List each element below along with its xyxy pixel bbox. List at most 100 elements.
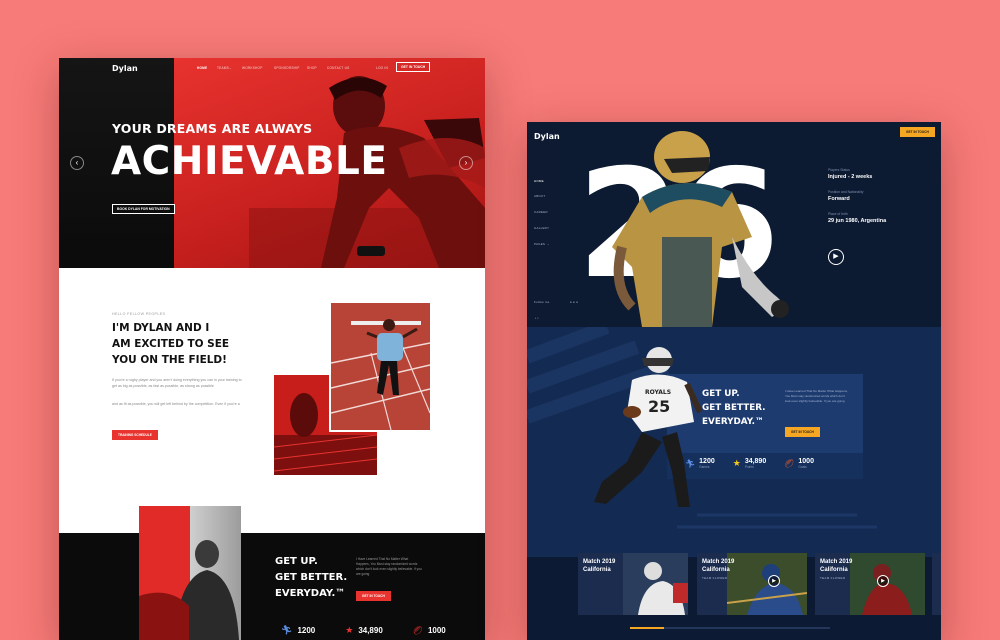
motivation-text: I Have Learned That No Matter What Happe… <box>356 557 422 576</box>
football-player-image <box>612 131 789 327</box>
about-paragraph-1: If you're a rugby player and you aren't … <box>112 378 242 388</box>
match-place: California <box>702 567 730 573</box>
runner-icon: 🏃︎ <box>281 625 293 635</box>
nav-about[interactable]: ABOUT <box>534 194 545 198</box>
match-card[interactable]: Match 2019 California TEAM FLOWER ▶ <box>815 553 925 615</box>
player-info: Players Status Injured - 2 weeks Positio… <box>828 168 886 224</box>
hurdle-runner-image <box>329 301 432 432</box>
nav-shop[interactable]: SHOP <box>307 66 317 70</box>
stat-value: 34,890 <box>358 626 383 635</box>
athlete-portrait-image <box>139 506 241 640</box>
stat-value: 1200 <box>297 626 316 635</box>
nav-career[interactable]: CAREER <box>534 210 548 214</box>
carousel-prev-icon[interactable]: ‹ <box>70 156 84 170</box>
football-icon: 🏉︎ <box>784 459 795 468</box>
motivation-line: GET UP. <box>702 389 740 399</box>
match-card-peek <box>932 553 941 615</box>
jersey-number-text: 25 <box>648 397 670 416</box>
match-title: Match 2019 <box>702 559 735 565</box>
stat-value: 34,890 <box>744 458 767 465</box>
sidebar: Dylan HOME ABOUT CAREER GALLERY PAGES Fo… <box>527 122 561 327</box>
stat-value: 1200 <box>699 458 715 465</box>
stat-value: 1000 <box>798 458 814 465</box>
motivation-text: I Have Learned That No Matter What Happe… <box>785 389 848 403</box>
nav-gallery[interactable]: GALLERY <box>534 226 549 230</box>
info-value: 29 jun 1980, Argentina <box>828 218 887 224</box>
motivation-heading: GET UP. GET BETTER. EVERYDAY.™ <box>702 387 766 429</box>
brand-logo[interactable]: Dylan <box>534 132 560 141</box>
login-link[interactable]: LOG IN <box>376 66 388 70</box>
about-heading-line: I'M DYLAN AND I <box>112 322 210 334</box>
play-video-icon[interactable]: ▶ <box>877 575 889 587</box>
hero-subheadline: YOUR DREAMS ARE ALWAYS <box>112 121 313 136</box>
motivation-line: GET BETTER. <box>702 403 766 413</box>
motivation-line: EVERYDAY.™ <box>275 588 346 599</box>
carousel-next-icon[interactable]: › <box>459 156 473 170</box>
left-website-mockup: Dylan HOME TEAMS ⌄ WORKSHOP SPONSORSHIP … <box>59 58 485 640</box>
nav-home[interactable]: HOME <box>534 179 544 183</box>
motivation-get-in-touch-button[interactable]: GET IN TOUCH <box>785 427 820 437</box>
football-icon: 🏉︎ <box>412 626 423 635</box>
motivation-get-in-touch-button[interactable]: GET IN TOUCH <box>356 591 391 601</box>
book-dylan-button[interactable]: BOOK DYLAN FOR MOTIVATION <box>112 204 175 214</box>
right-website-mockup: Dylan HOME ABOUT CAREER GALLERY PAGES Fo… <box>527 122 941 640</box>
info-value: Injured - 2 weeks <box>828 174 873 180</box>
nav-contact[interactable]: CONTACT US <box>327 66 349 70</box>
nav-teams[interactable]: TEAMS <box>217 66 229 70</box>
nav-sponsorship[interactable]: SPONSORSHIP <box>274 66 300 70</box>
social-icons-small[interactable]: ▪ ▪ <box>535 316 539 320</box>
carousel-scrollbar[interactable] <box>630 627 830 629</box>
chevron-down-icon[interactable]: ⌄ <box>229 66 232 70</box>
hero-headline: ACHIEVABLE <box>111 139 388 184</box>
match-subtitle: TEAM FLOWER <box>702 576 728 580</box>
play-video-icon[interactable]: ▶ <box>768 575 780 587</box>
match-title: Match 2019 <box>583 559 616 565</box>
info-label: Position and Nationality <box>828 190 864 194</box>
about-paragraph-2: and as fit as possible, you will get lef… <box>112 402 240 406</box>
match-place: California <box>820 567 848 573</box>
nav-workshop[interactable]: WORKSHOP <box>242 66 263 70</box>
match-subtitle: TEAM FLOWER <box>820 576 846 580</box>
match-card[interactable]: Match 2019 California <box>578 553 688 615</box>
match-card[interactable]: Match 2019 California TEAM FLOWER ▶ <box>697 553 807 615</box>
about-heading-line: YOU ON THE FIELD! <box>112 354 227 366</box>
stats-row: 🏃︎ 1200 Games ★ 34,890 Points 🏉︎ 1000 Goals <box>685 458 814 469</box>
motivation-line: GET BETTER. <box>275 572 348 583</box>
follow-label: Follow me <box>534 300 550 304</box>
motivation-line: EVERYDAY.™ <box>702 417 764 427</box>
match-title: Match 2019 <box>820 559 853 565</box>
brand-logo[interactable]: Dylan <box>112 64 138 73</box>
stat-item: 🏉︎ 1000 <box>413 626 446 635</box>
top-nav: Dylan HOME TEAMS ⌄ WORKSHOP SPONSORSHIP … <box>59 58 485 80</box>
match-place: California <box>583 567 611 573</box>
about-heading-line: AM EXCITED TO SEE <box>112 338 230 350</box>
nav-home[interactable]: HOME <box>197 66 207 70</box>
motivation-line: GET UP. <box>275 556 318 567</box>
chevron-down-icon[interactable]: ⌄ <box>547 242 550 246</box>
hero-section: Dylan HOME TEAMS ⌄ WORKSHOP SPONSORSHIP … <box>59 58 485 268</box>
stat-item: 🏉︎ 1000 Goals <box>784 458 814 469</box>
play-video-icon[interactable]: ▶ <box>828 249 844 265</box>
stat-item: 🏃︎ 1200 <box>281 625 315 636</box>
running-back-image: 25 ROYALS <box>594 347 702 507</box>
training-schedule-button[interactable]: TRAINING SCHEDULE <box>112 430 158 440</box>
nav-pages[interactable]: PAGES <box>534 242 545 246</box>
stat-label: Points <box>744 465 754 469</box>
stat-item: 🏃︎ 1200 Games <box>685 458 715 469</box>
get-in-touch-button[interactable]: GET IN TOUCH <box>396 62 431 72</box>
stat-item: ★ 34,890 Points <box>733 458 767 469</box>
star-icon: ★ <box>732 458 741 468</box>
stats-row: 🏃︎ 1200 ★ 34,890 🏉︎ 1000 <box>281 625 446 636</box>
motivation-section <box>59 533 485 640</box>
star-icon: ★ <box>345 625 354 635</box>
stat-label: Games <box>699 465 710 469</box>
motivation-heading: GET UP. GET BETTER. EVERYDAY.™ <box>275 554 347 602</box>
carousel-scroll-thumb[interactable] <box>630 627 664 629</box>
info-label: Place of birth <box>828 212 848 216</box>
runner-icon: 🏃︎ <box>685 459 696 468</box>
jersey-name-text: ROYALS <box>645 389 671 396</box>
stat-value: 1000 <box>427 626 446 635</box>
about-eyebrow: HELLO FELLOW PEOPLES <box>112 312 166 316</box>
info-value: Forward <box>828 196 850 202</box>
get-in-touch-button[interactable]: GET IN TOUCH <box>900 127 935 137</box>
